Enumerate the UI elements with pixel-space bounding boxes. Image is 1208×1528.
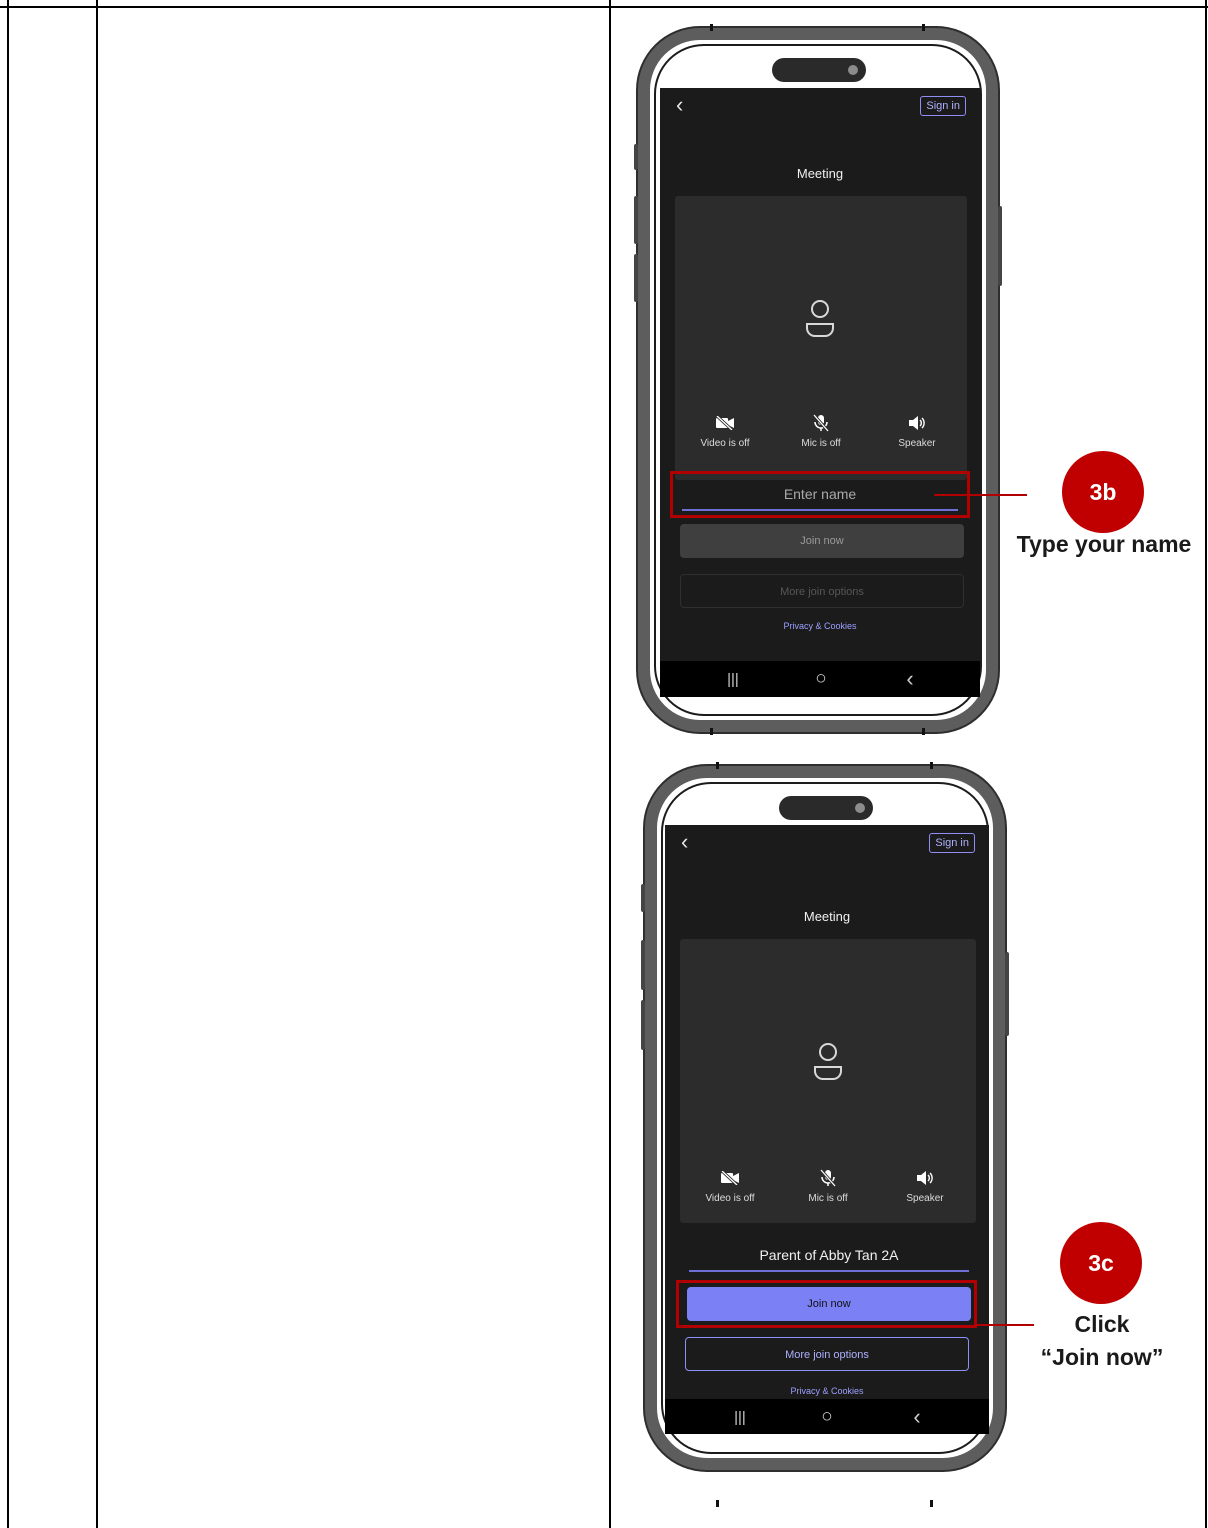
phone1-side-button [634,254,638,302]
join-meeting-screen: ‹ Sign in Meeting Video is off Mic is of… [660,88,980,697]
join-now-button-disabled[interactable]: Join now [680,524,964,558]
person-avatar-icon [806,300,834,337]
privacy-cookies-link[interactable]: Privacy & Cookies [665,1386,989,1396]
more-join-options-button[interactable]: More join options [685,1337,969,1371]
mic-status-label: Mic is off [808,1193,848,1204]
join-now-highlight [676,1280,977,1328]
page-title: Meeting [803,909,851,924]
mic-toggle[interactable]: Mic is off [776,414,866,449]
more-join-options-button[interactable]: More join options [680,574,964,608]
step-caption-3c-line2: “Join now” [1040,1344,1164,1370]
step-badge-3c: 3c [1060,1222,1142,1304]
mic-off-icon [820,1169,836,1187]
nav-back-button[interactable]: ‹ [880,661,940,697]
home-button[interactable]: ○ [791,661,851,697]
table-left-border [7,0,9,1528]
speaker-icon [909,416,925,430]
phone-mockup-1: ‹ Sign in Meeting Video is off Mic is of… [638,28,998,732]
sign-in-button[interactable]: Sign in [920,96,966,116]
phone2-side-button [1005,952,1009,1036]
video-toggle[interactable]: Video is off [685,1169,775,1204]
name-input-highlight [670,471,970,518]
speaker-icon [917,1171,933,1185]
home-button[interactable]: ○ [797,1399,857,1434]
phone1-side-button [634,144,638,170]
video-toggle[interactable]: Video is off [680,414,770,449]
nav-back-button[interactable]: ‹ [887,1399,947,1434]
callout-line-3b [934,494,1027,496]
page-title: Meeting [796,166,844,181]
step-caption-3c-line1: Click [1074,1311,1130,1337]
back-button[interactable]: ‹ [676,94,683,116]
phone1-side-button [634,196,638,244]
speaker-toggle[interactable]: Speaker [872,414,962,449]
speaker-label: Speaker [906,1193,944,1204]
step-caption-3b: Type your name [1016,531,1192,557]
person-avatar-icon [814,1043,842,1080]
dynamic-island [779,796,873,820]
table-top-border [0,6,1208,8]
mic-toggle[interactable]: Mic is off [783,1169,873,1204]
name-input[interactable]: Parent of Abby Tan 2A [689,1240,969,1272]
step-badge-3b: 3b [1062,451,1144,533]
speaker-label: Speaker [898,438,936,449]
phone1-side-button [998,206,1002,286]
back-button[interactable]: ‹ [681,831,688,853]
video-off-icon [715,416,734,430]
android-nav-bar: ||| ○ ‹ [665,1399,989,1434]
phone2-side-button [641,940,645,990]
phone-mockup-2: ‹ Sign in Meeting Video is off Mic is of… [645,766,1005,1470]
mic-status-label: Mic is off [801,438,841,449]
video-preview: Video is off Mic is off Speaker [680,939,976,1223]
recents-button[interactable]: ||| [703,661,763,697]
android-nav-bar: ||| ○ ‹ [660,661,980,697]
dynamic-island [772,58,866,82]
video-status-label: Video is off [700,438,750,449]
video-status-label: Video is off [705,1193,755,1204]
table-column-divider-2 [609,0,611,1528]
table-column-divider-1 [96,0,98,1528]
table-right-border [1205,0,1207,1528]
sign-in-button[interactable]: Sign in [929,833,975,853]
video-off-icon [720,1171,739,1185]
speaker-toggle[interactable]: Speaker [880,1169,970,1204]
privacy-cookies-link[interactable]: Privacy & Cookies [660,621,980,631]
video-preview: Video is off Mic is off Speaker [675,196,967,480]
phone2-side-button [641,1000,645,1050]
mic-off-icon [813,414,829,432]
recents-button[interactable]: ||| [710,1399,770,1434]
join-meeting-screen-filled: ‹ Sign in Meeting Video is off Mic is of… [665,825,989,1434]
phone2-side-button [641,884,645,912]
